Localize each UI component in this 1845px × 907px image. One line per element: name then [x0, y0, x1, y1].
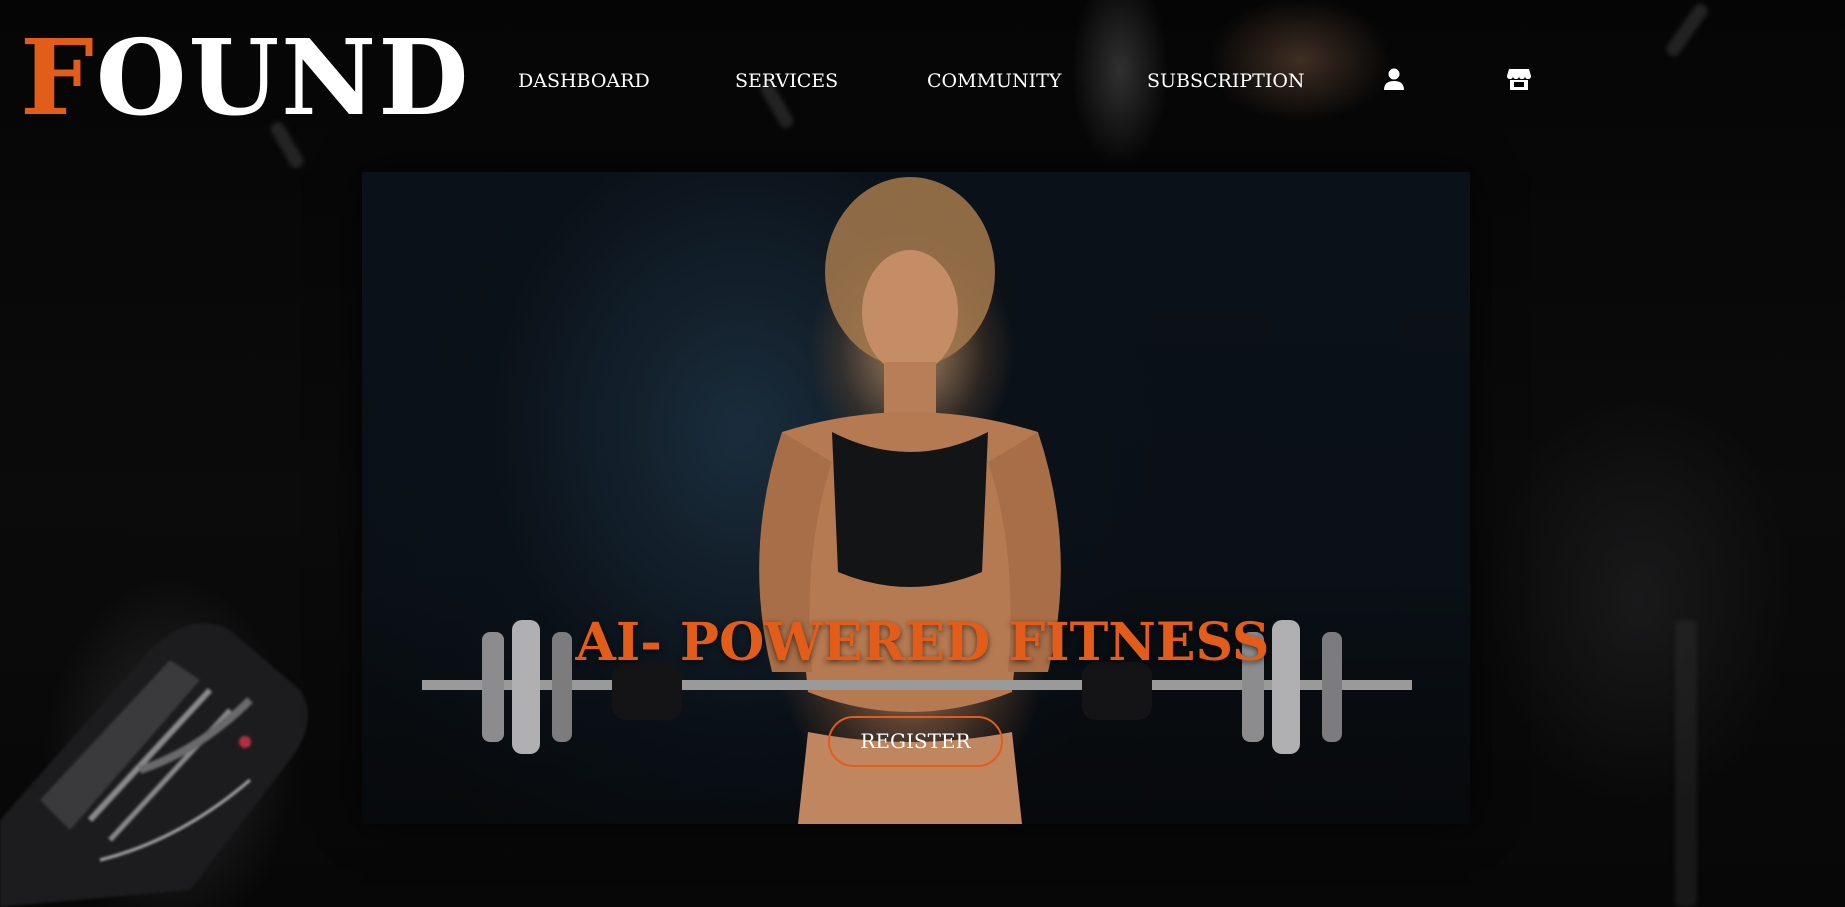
logo-first-letter: F	[20, 16, 96, 139]
top-header: FOUND DASHBOARD SERVICES COMMUNITY SUBSC…	[0, 0, 1845, 172]
register-button[interactable]: REGISTER	[828, 716, 1003, 767]
landing-page: FOUND DASHBOARD SERVICES COMMUNITY SUBSC…	[0, 0, 1845, 907]
nav-dashboard[interactable]: DASHBOARD	[518, 70, 650, 92]
found-logo[interactable]: FOUND	[20, 18, 470, 138]
user-icon[interactable]	[1381, 66, 1407, 92]
nav-subscription[interactable]: SUBSCRIPTION	[1147, 70, 1305, 92]
nav-services[interactable]: SERVICES	[735, 70, 838, 92]
store-icon[interactable]	[1506, 66, 1532, 92]
nav-community[interactable]: COMMUNITY	[927, 70, 1061, 92]
hero-title: AI- POWERED FITNESS	[575, 612, 1270, 673]
logo-rest: OUND	[95, 16, 471, 139]
